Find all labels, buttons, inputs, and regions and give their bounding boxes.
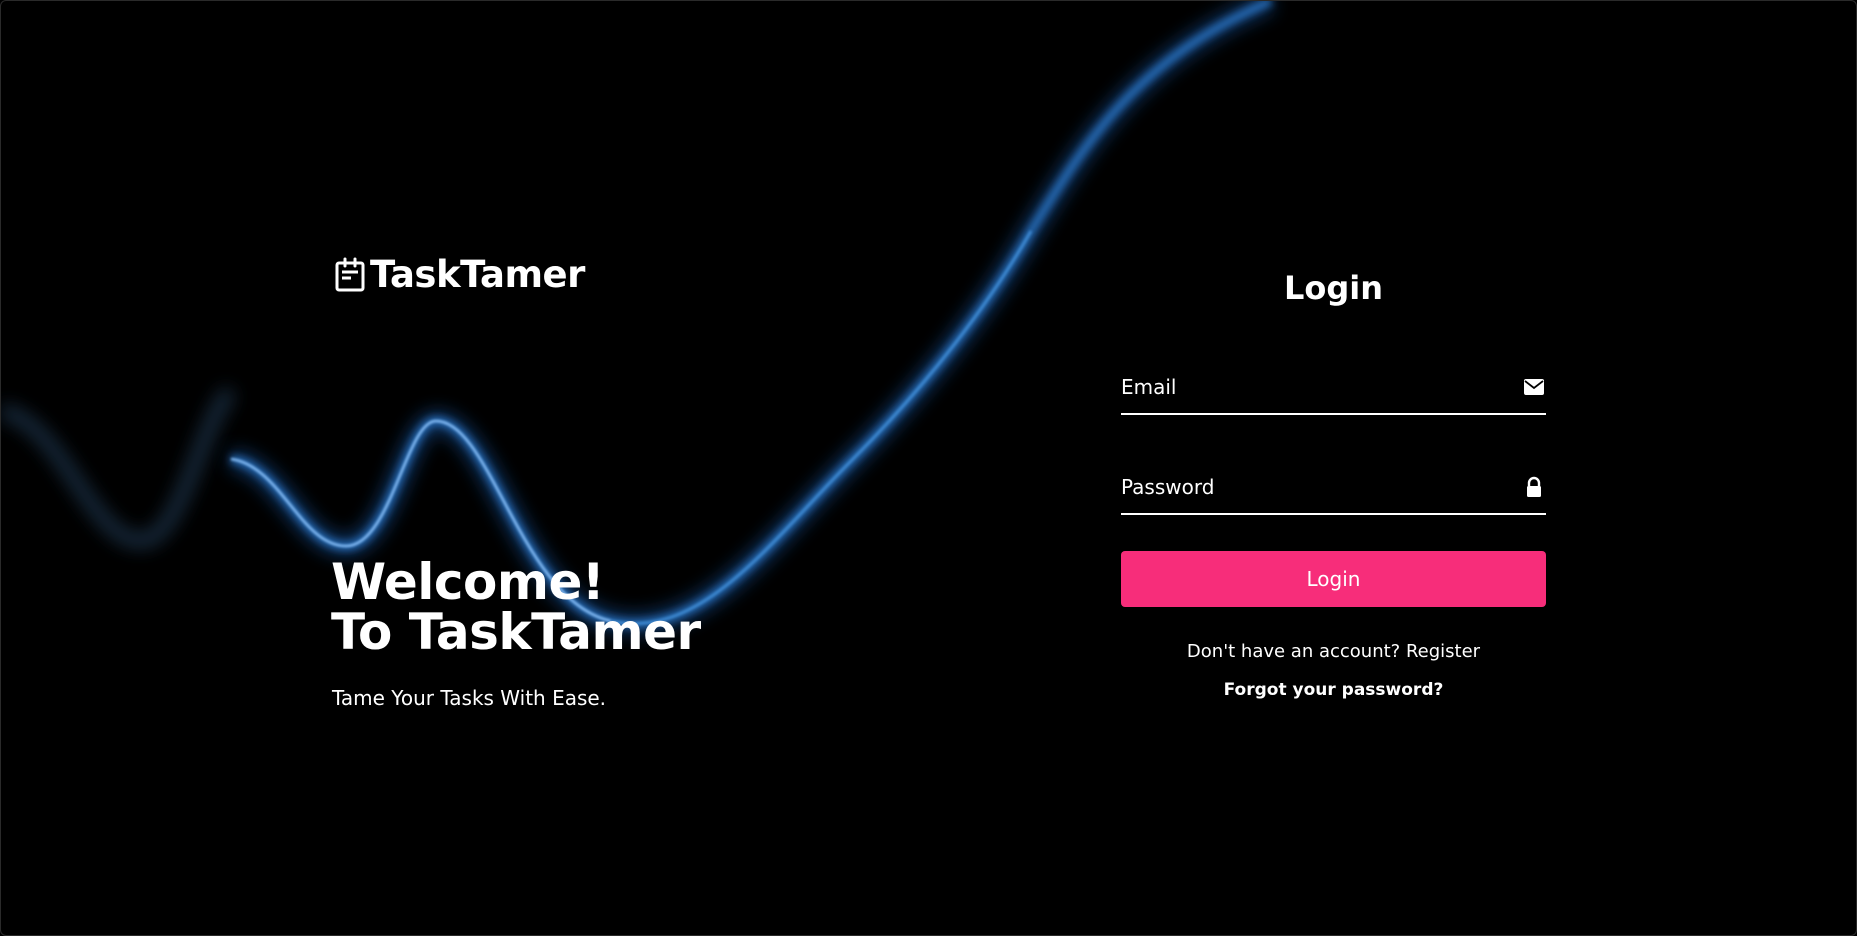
password-input[interactable]	[1121, 467, 1501, 507]
envelope-icon	[1524, 379, 1544, 395]
email-input[interactable]	[1121, 367, 1501, 407]
login-page: TaskTamer Welcome! To TaskTamer Tame You…	[0, 0, 1857, 936]
background-wave-decoration	[1, 1, 1275, 634]
login-button[interactable]: Login	[1121, 551, 1546, 607]
forgot-password-link[interactable]: Forgot your password?	[1121, 680, 1546, 700]
welcome-heading: Welcome! To TaskTamer	[331, 557, 701, 657]
lock-icon	[1527, 476, 1541, 497]
welcome-line-2: To TaskTamer	[331, 603, 701, 661]
brand-logo: TaskTamer	[334, 253, 585, 296]
password-field-container	[1121, 467, 1546, 515]
register-link[interactable]: Register	[1406, 641, 1480, 662]
calendar-note-icon	[335, 257, 365, 291]
welcome-line-1: Welcome!	[331, 553, 605, 611]
email-field-container	[1121, 367, 1546, 415]
tagline: Tame Your Tasks With Ease.	[332, 686, 607, 710]
login-title: Login	[1283, 269, 1384, 307]
register-prompt-text: Don't have an account?	[1186, 641, 1401, 662]
brand-name: TaskTamer	[370, 253, 585, 296]
register-prompt: Don't have an account? Register	[1121, 641, 1546, 662]
